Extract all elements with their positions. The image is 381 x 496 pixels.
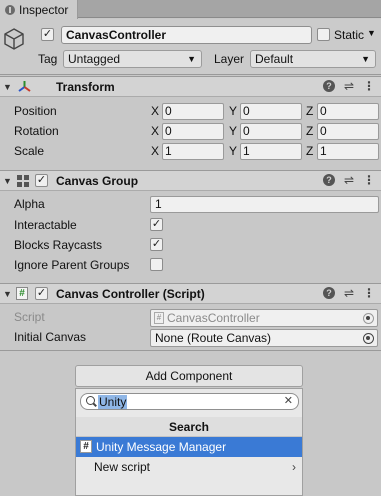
list-item-label: Unity Message Manager bbox=[96, 440, 227, 454]
help-icon[interactable]: ? bbox=[322, 287, 335, 299]
initial-canvas-label: Initial Canvas bbox=[14, 330, 87, 344]
canvas-controller-title: Canvas Controller (Script) bbox=[56, 287, 205, 301]
preset-icon[interactable]: ⇌ bbox=[344, 287, 354, 300]
transform-icon bbox=[18, 81, 31, 92]
add-component-button[interactable]: Add Component bbox=[75, 365, 303, 387]
list-item-new-script[interactable]: New script › bbox=[76, 457, 302, 477]
scale-x-field[interactable]: 1 bbox=[162, 143, 224, 160]
rotation-label: Rotation bbox=[14, 124, 59, 138]
axis-x-label: X bbox=[151, 144, 160, 158]
popup-title: Search bbox=[76, 417, 302, 437]
chevron-right-icon: › bbox=[292, 460, 296, 474]
axis-x-label: X bbox=[151, 124, 160, 138]
tab-inspector-label: Inspector bbox=[19, 2, 69, 17]
initial-canvas-value: None (Route Canvas) bbox=[155, 331, 272, 345]
static-dropdown-arrow-icon[interactable]: ▼ bbox=[367, 28, 376, 38]
static-checkbox[interactable] bbox=[317, 28, 330, 41]
script-field: # CanvasController bbox=[150, 309, 378, 327]
more-options-icon[interactable]: ⋮ bbox=[363, 80, 375, 93]
preset-icon[interactable]: ⇌ bbox=[344, 174, 354, 187]
canvas-group-icon bbox=[17, 175, 29, 187]
axis-z-label: Z bbox=[306, 124, 314, 138]
canvas-group-header[interactable]: ▼ ✓ Canvas Group ? ⇌ ⋮ bbox=[0, 170, 381, 191]
tag-dropdown[interactable]: Untagged ▼ bbox=[63, 50, 202, 68]
canvas-group-enabled-checkbox[interactable]: ✓ bbox=[35, 174, 48, 187]
scale-label: Scale bbox=[14, 144, 45, 158]
foldout-arrow-icon[interactable]: ▼ bbox=[3, 82, 12, 92]
more-options-icon[interactable]: ⋮ bbox=[363, 287, 375, 300]
rotation-x-field[interactable]: 0 bbox=[162, 123, 224, 140]
scale-y-field[interactable]: 1 bbox=[240, 143, 302, 160]
component-search-input[interactable]: Unity ✕ bbox=[80, 393, 299, 410]
ignore-parent-groups-label: Ignore Parent Groups bbox=[14, 258, 130, 272]
foldout-arrow-icon[interactable]: ▼ bbox=[3, 176, 12, 186]
list-item-label: New script bbox=[94, 460, 151, 474]
object-picker-icon bbox=[363, 313, 374, 324]
axis-y-label: Y bbox=[229, 144, 238, 158]
tag-label: Tag bbox=[38, 52, 58, 66]
search-query: Unity bbox=[98, 395, 128, 409]
layer-label: Layer bbox=[214, 52, 245, 66]
list-item-unity-message-manager[interactable]: # Unity Message Manager bbox=[76, 437, 302, 457]
ignore-parent-groups-checkbox[interactable] bbox=[150, 258, 163, 271]
transform-title: Transform bbox=[56, 80, 115, 94]
transform-header[interactable]: ▼ Transform ? ⇌ ⋮ bbox=[0, 76, 381, 97]
scale-z-field[interactable]: 1 bbox=[317, 143, 379, 160]
position-label: Position bbox=[14, 104, 57, 118]
tag-value: Untagged bbox=[68, 52, 121, 66]
static-label: Static bbox=[334, 28, 365, 42]
blocks-raycasts-checkbox[interactable]: ✓ bbox=[150, 238, 163, 251]
script-hash-icon: # bbox=[80, 440, 92, 453]
script-value: CanvasController bbox=[167, 311, 260, 325]
axis-z-label: Z bbox=[306, 104, 314, 118]
help-icon[interactable]: ? bbox=[322, 80, 335, 92]
interactable-checkbox[interactable]: ✓ bbox=[150, 218, 163, 231]
script-label: Script bbox=[14, 310, 45, 324]
axis-y-label: Y bbox=[229, 124, 238, 138]
script-hash-icon: # bbox=[16, 287, 28, 300]
tab-inspector[interactable]: Inspector bbox=[0, 0, 78, 19]
object-header: ✓ CanvasController Static ▼ Tag Untagged… bbox=[0, 19, 381, 75]
more-options-icon[interactable]: ⋮ bbox=[363, 174, 375, 187]
axis-z-label: Z bbox=[306, 144, 314, 158]
blocks-raycasts-label: Blocks Raycasts bbox=[14, 238, 103, 252]
add-component-popup: Unity ✕ Search # Unity Message Manager N… bbox=[75, 388, 303, 496]
interactable-label: Interactable bbox=[14, 218, 77, 232]
foldout-arrow-icon[interactable]: ▼ bbox=[3, 289, 12, 299]
script-file-icon: # bbox=[154, 312, 164, 324]
active-checkbox[interactable]: ✓ bbox=[41, 28, 54, 41]
clear-search-icon[interactable]: ✕ bbox=[284, 394, 293, 409]
layer-dropdown[interactable]: Default ▼ bbox=[250, 50, 376, 68]
axis-x-label: X bbox=[151, 104, 160, 118]
chevron-down-icon: ▼ bbox=[361, 54, 370, 64]
alpha-label: Alpha bbox=[14, 197, 45, 211]
position-z-field[interactable]: 0 bbox=[317, 103, 379, 120]
divider bbox=[0, 350, 381, 351]
object-picker-icon[interactable] bbox=[363, 333, 374, 344]
canvas-controller-header[interactable]: ▼ # ✓ Canvas Controller (Script) ? ⇌ ⋮ bbox=[0, 283, 381, 304]
rotation-z-field[interactable]: 0 bbox=[317, 123, 379, 140]
info-icon bbox=[5, 4, 15, 15]
rotation-y-field[interactable]: 0 bbox=[240, 123, 302, 140]
chevron-down-icon: ▼ bbox=[187, 54, 196, 64]
search-icon bbox=[86, 396, 95, 405]
help-icon[interactable]: ? bbox=[322, 174, 335, 186]
preset-icon[interactable]: ⇌ bbox=[344, 80, 354, 93]
initial-canvas-field[interactable]: None (Route Canvas) bbox=[150, 329, 378, 347]
tab-bar: Inspector bbox=[0, 0, 381, 19]
gameobject-cube-icon bbox=[4, 28, 24, 50]
object-name-field[interactable]: CanvasController bbox=[61, 26, 312, 44]
axis-y-label: Y bbox=[229, 104, 238, 118]
position-x-field[interactable]: 0 bbox=[162, 103, 224, 120]
alpha-field[interactable]: 1 bbox=[150, 196, 379, 213]
position-y-field[interactable]: 0 bbox=[240, 103, 302, 120]
canvas-group-title: Canvas Group bbox=[56, 174, 139, 188]
canvas-controller-enabled-checkbox[interactable]: ✓ bbox=[35, 287, 48, 300]
layer-value: Default bbox=[255, 52, 294, 66]
